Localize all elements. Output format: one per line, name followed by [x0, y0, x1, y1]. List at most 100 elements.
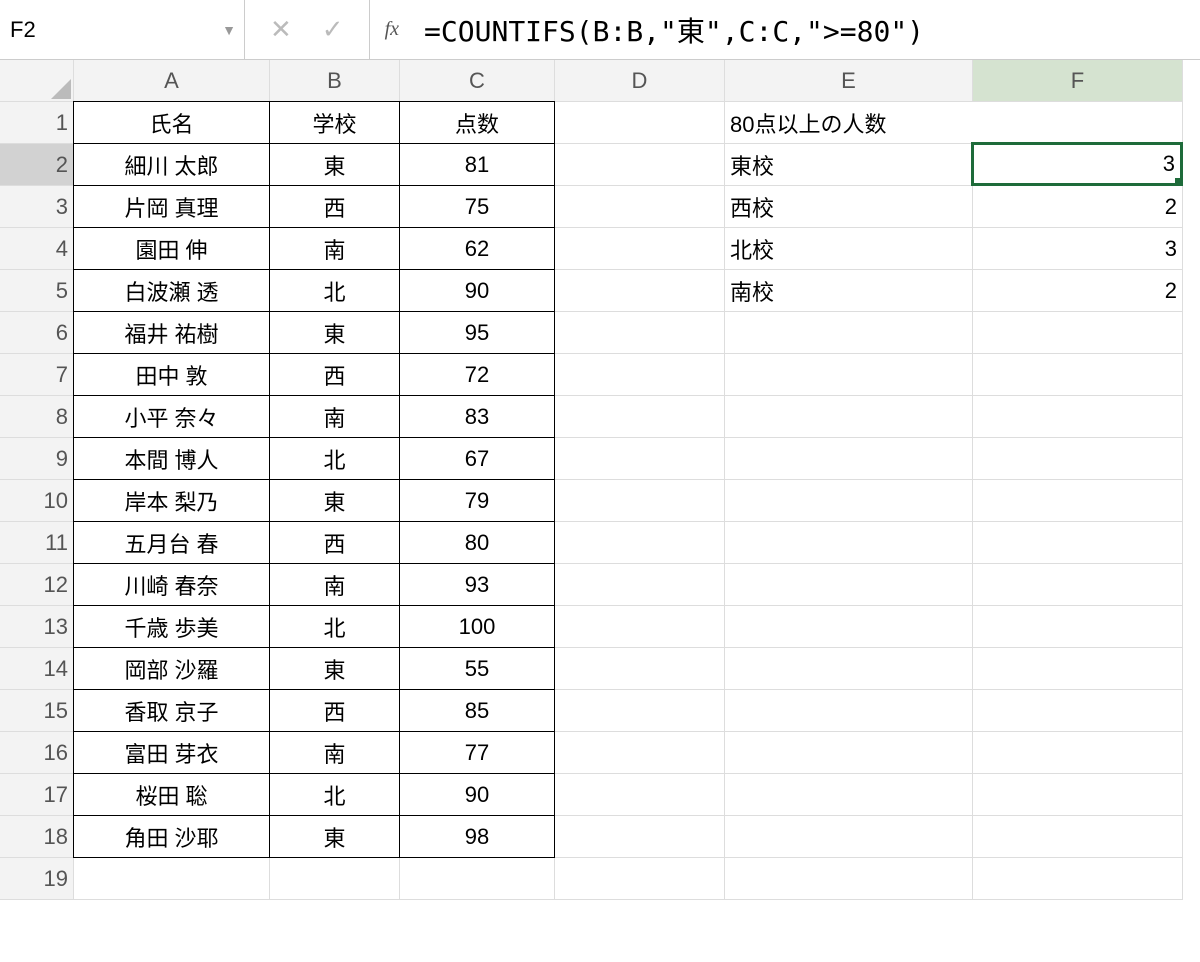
- cell-D13[interactable]: [555, 606, 725, 648]
- col-header-F[interactable]: F: [973, 60, 1183, 102]
- cell-B9[interactable]: 北: [269, 437, 400, 480]
- cell-A13[interactable]: 千歳 歩美: [73, 605, 270, 648]
- chevron-down-icon[interactable]: ▼: [222, 22, 244, 38]
- cell-C4[interactable]: 62: [399, 227, 555, 270]
- cell-A15[interactable]: 香取 京子: [73, 689, 270, 732]
- cell-B10[interactable]: 東: [269, 479, 400, 522]
- cell-F12[interactable]: [973, 564, 1183, 606]
- cell-C8[interactable]: 83: [399, 395, 555, 438]
- cell-F5[interactable]: 2: [973, 270, 1183, 312]
- cell-E8[interactable]: [725, 396, 973, 438]
- cell-E15[interactable]: [725, 690, 973, 732]
- row-header[interactable]: 12: [0, 564, 74, 606]
- cell-C13[interactable]: 100: [399, 605, 555, 648]
- cell-F19[interactable]: [973, 858, 1183, 900]
- cell-F13[interactable]: [973, 606, 1183, 648]
- cell-B3[interactable]: 西: [269, 185, 400, 228]
- cell-C11[interactable]: 80: [399, 521, 555, 564]
- cell-A19[interactable]: [74, 858, 270, 900]
- cell-E2[interactable]: 東校: [725, 144, 973, 186]
- cell-E11[interactable]: [725, 522, 973, 564]
- cell-D5[interactable]: [555, 270, 725, 312]
- cell-B1[interactable]: 学校: [269, 101, 400, 144]
- row-header[interactable]: 13: [0, 606, 74, 648]
- cell-A8[interactable]: 小平 奈々: [73, 395, 270, 438]
- cell-A1[interactable]: 氏名: [73, 101, 270, 144]
- cell-F11[interactable]: [973, 522, 1183, 564]
- cell-A2[interactable]: 細川 太郎: [73, 143, 270, 186]
- cell-F7[interactable]: [973, 354, 1183, 396]
- row-header[interactable]: 18: [0, 816, 74, 858]
- col-header-E[interactable]: E: [725, 60, 973, 102]
- row-header[interactable]: 9: [0, 438, 74, 480]
- cell-D10[interactable]: [555, 480, 725, 522]
- cell-D16[interactable]: [555, 732, 725, 774]
- cell-D3[interactable]: [555, 186, 725, 228]
- formula-input[interactable]: =COUNTIFS(B:B,"東",C:C,">=80"): [414, 0, 1200, 59]
- cell-E17[interactable]: [725, 774, 973, 816]
- cell-B4[interactable]: 南: [269, 227, 400, 270]
- cell-C7[interactable]: 72: [399, 353, 555, 396]
- cell-B2[interactable]: 東: [269, 143, 400, 186]
- cell-D8[interactable]: [555, 396, 725, 438]
- cell-E10[interactable]: [725, 480, 973, 522]
- row-header[interactable]: 14: [0, 648, 74, 690]
- cell-A10[interactable]: 岸本 梨乃: [73, 479, 270, 522]
- cell-C16[interactable]: 77: [399, 731, 555, 774]
- cancel-icon[interactable]: ✕: [270, 14, 292, 45]
- row-header[interactable]: 19: [0, 858, 74, 900]
- cell-E18[interactable]: [725, 816, 973, 858]
- cell-D7[interactable]: [555, 354, 725, 396]
- cell-C6[interactable]: 95: [399, 311, 555, 354]
- name-box[interactable]: F2 ▼: [0, 0, 245, 59]
- cell-D11[interactable]: [555, 522, 725, 564]
- cell-C14[interactable]: 55: [399, 647, 555, 690]
- cell-C17[interactable]: 90: [399, 773, 555, 816]
- row-header[interactable]: 15: [0, 690, 74, 732]
- cell-C12[interactable]: 93: [399, 563, 555, 606]
- cell-E19[interactable]: [725, 858, 973, 900]
- cell-D6[interactable]: [555, 312, 725, 354]
- cell-C19[interactable]: [400, 858, 555, 900]
- cell-A7[interactable]: 田中 敦: [73, 353, 270, 396]
- cell-B11[interactable]: 西: [269, 521, 400, 564]
- row-header[interactable]: 7: [0, 354, 74, 396]
- row-header[interactable]: 3: [0, 186, 74, 228]
- cell-E6[interactable]: [725, 312, 973, 354]
- cell-C10[interactable]: 79: [399, 479, 555, 522]
- col-header-A[interactable]: A: [74, 60, 270, 102]
- cell-B19[interactable]: [270, 858, 400, 900]
- cell-E5[interactable]: 南校: [725, 270, 973, 312]
- cell-F3[interactable]: 2: [973, 186, 1183, 228]
- cell-E13[interactable]: [725, 606, 973, 648]
- cell-D18[interactable]: [555, 816, 725, 858]
- cell-A14[interactable]: 岡部 沙羅: [73, 647, 270, 690]
- cell-B8[interactable]: 南: [269, 395, 400, 438]
- cell-C2[interactable]: 81: [399, 143, 555, 186]
- cell-A9[interactable]: 本間 博人: [73, 437, 270, 480]
- cell-B5[interactable]: 北: [269, 269, 400, 312]
- cell-C5[interactable]: 90: [399, 269, 555, 312]
- select-all-button[interactable]: [0, 60, 74, 102]
- cell-B12[interactable]: 南: [269, 563, 400, 606]
- cell-F6[interactable]: [973, 312, 1183, 354]
- cell-C3[interactable]: 75: [399, 185, 555, 228]
- cell-E12[interactable]: [725, 564, 973, 606]
- row-header[interactable]: 17: [0, 774, 74, 816]
- cell-F18[interactable]: [973, 816, 1183, 858]
- cell-E7[interactable]: [725, 354, 973, 396]
- cell-B7[interactable]: 西: [269, 353, 400, 396]
- cell-B6[interactable]: 東: [269, 311, 400, 354]
- cell-D14[interactable]: [555, 648, 725, 690]
- cell-E4[interactable]: 北校: [725, 228, 973, 270]
- cell-D4[interactable]: [555, 228, 725, 270]
- row-header[interactable]: 5: [0, 270, 74, 312]
- cell-A17[interactable]: 桜田 聡: [73, 773, 270, 816]
- cell-A11[interactable]: 五月台 春: [73, 521, 270, 564]
- cell-B17[interactable]: 北: [269, 773, 400, 816]
- cell-F17[interactable]: [973, 774, 1183, 816]
- cell-B13[interactable]: 北: [269, 605, 400, 648]
- fx-icon[interactable]: fx: [370, 0, 414, 59]
- cell-B18[interactable]: 東: [269, 815, 400, 858]
- cell-D9[interactable]: [555, 438, 725, 480]
